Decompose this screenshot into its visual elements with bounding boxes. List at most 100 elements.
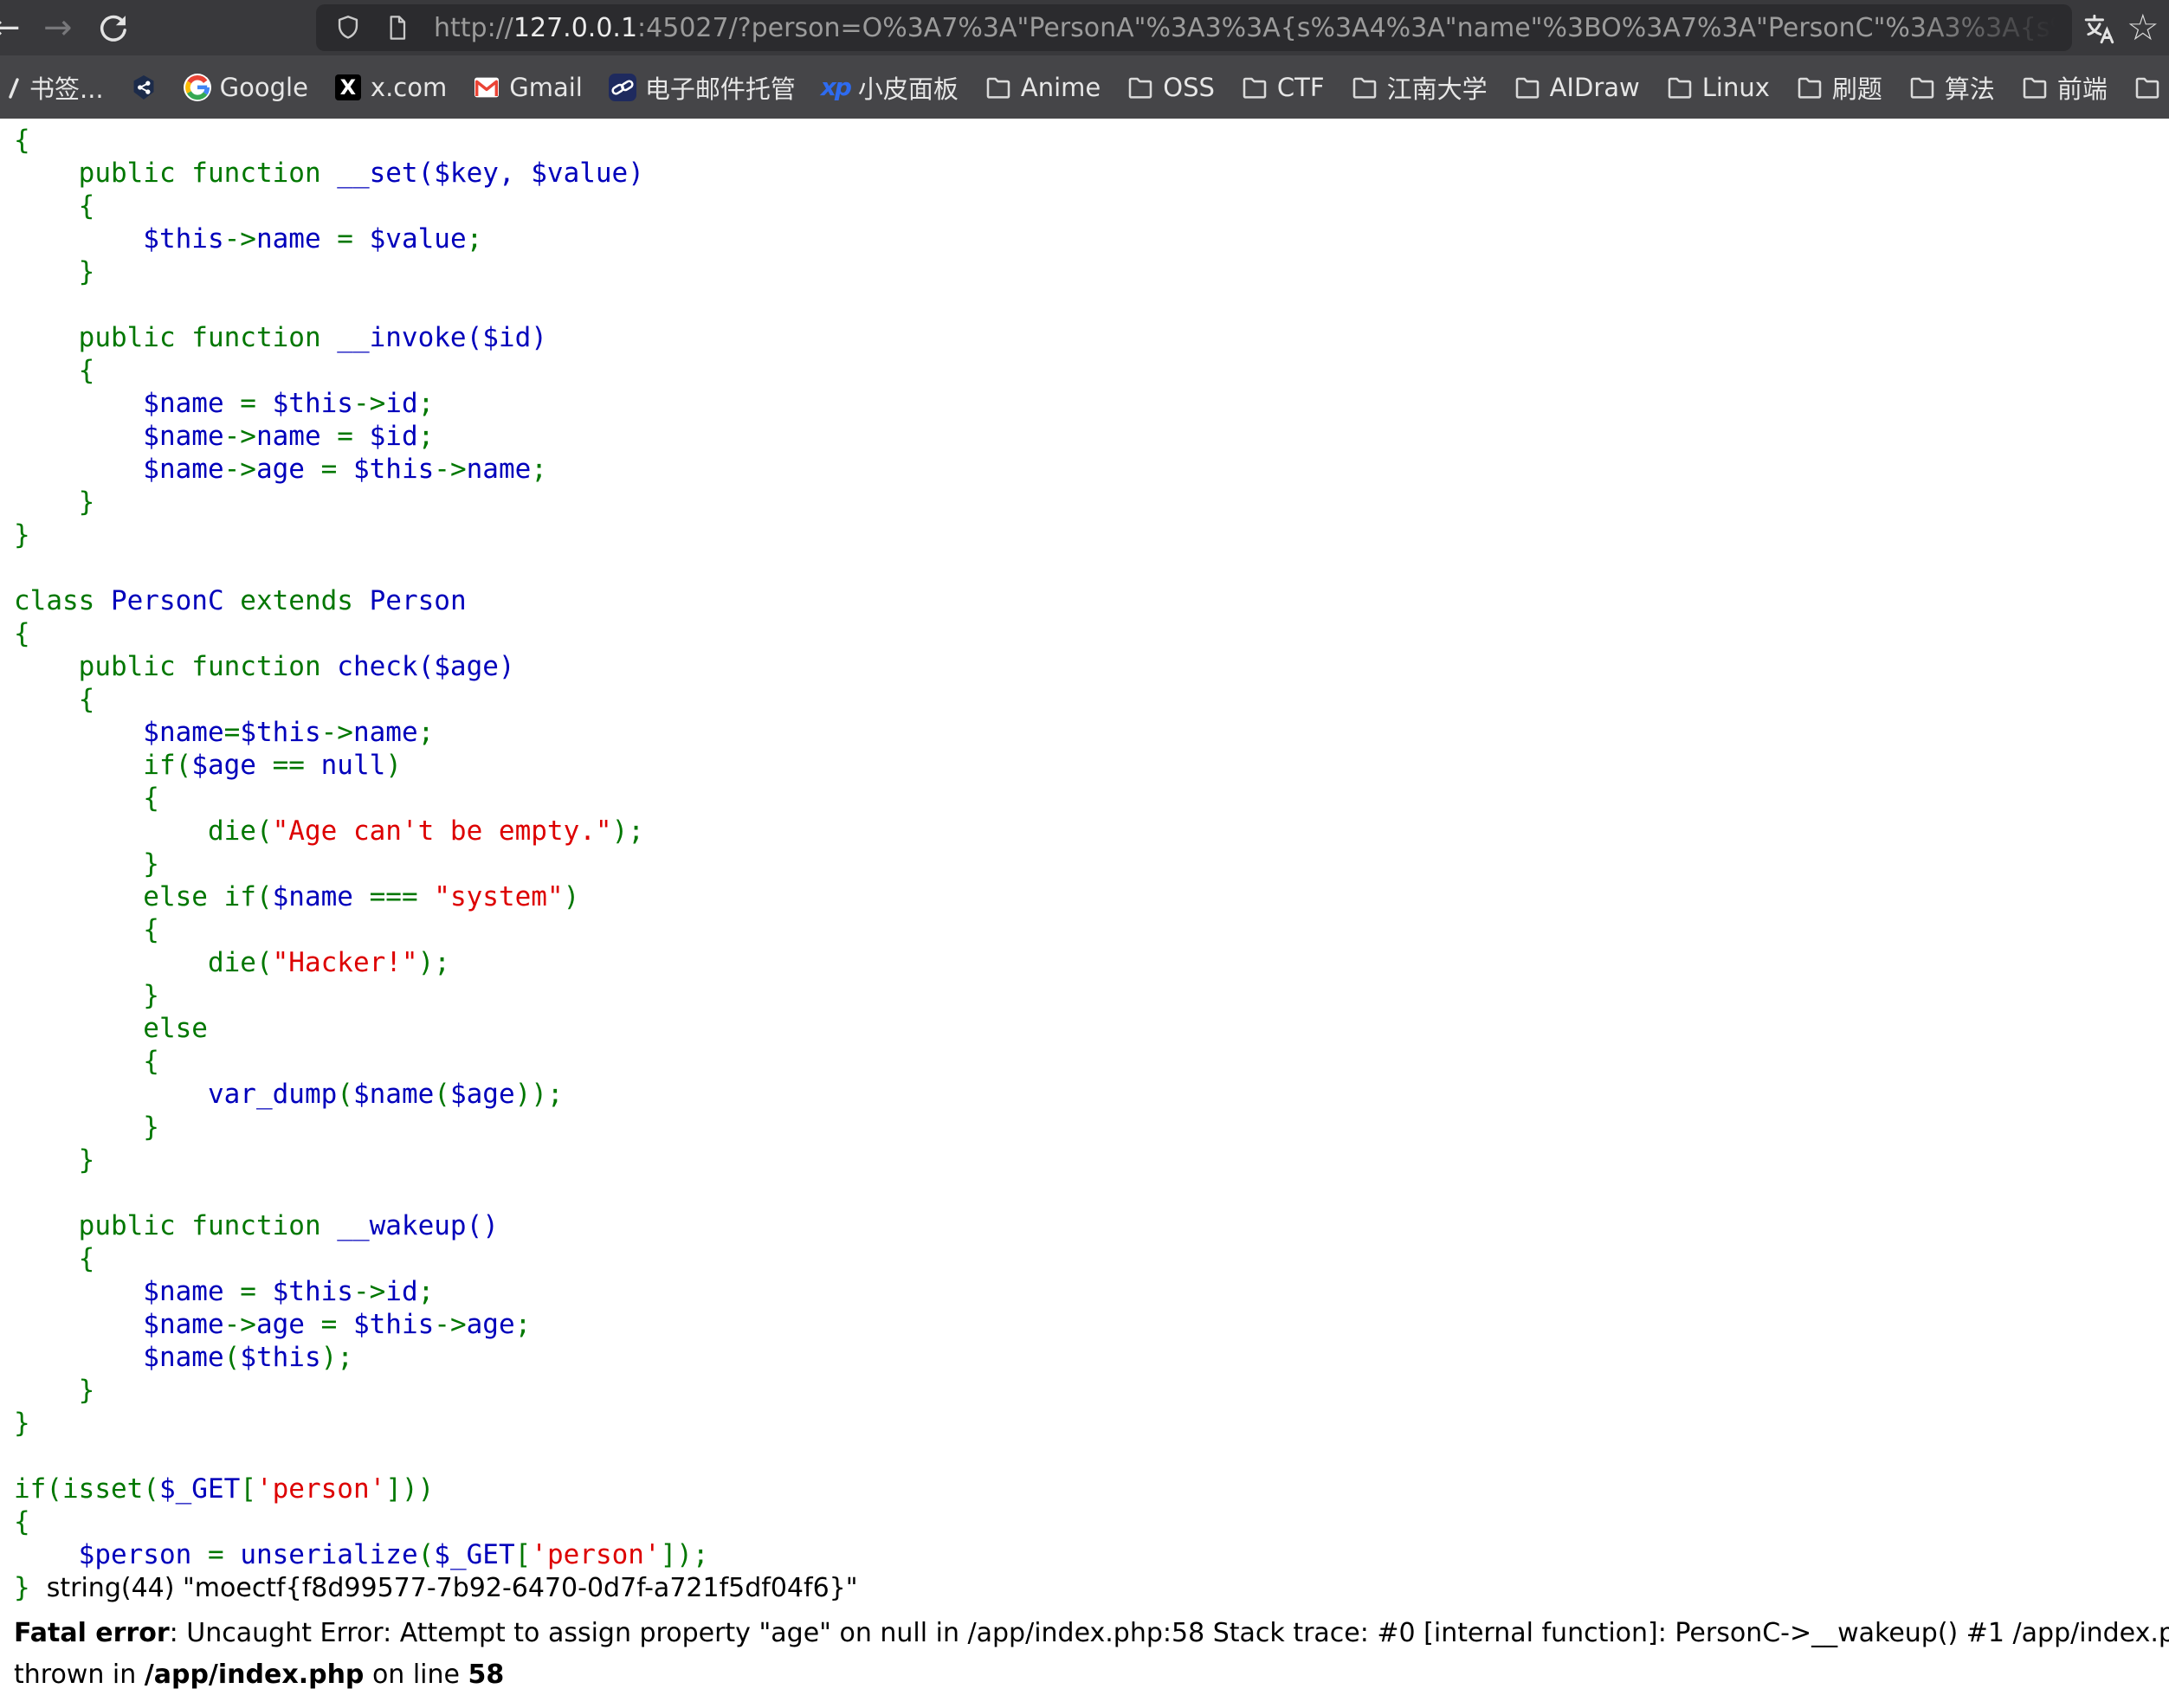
bookmark-label: Linux <box>1702 73 1770 102</box>
code-line: die("Age can't be empty."); <box>14 815 2169 848</box>
code-line: } <box>14 486 2169 519</box>
code-line <box>14 551 2169 584</box>
reload-icon <box>97 12 130 45</box>
bookmark-item[interactable]: xp 小皮面板 <box>822 69 959 106</box>
code-line: { <box>14 1045 2169 1078</box>
code-line: class PersonC extends Person <box>14 584 2169 617</box>
code-line: var_dump($name($age)); <box>14 1078 2169 1111</box>
code-line: { <box>14 124 2169 157</box>
star-icon: ☆ <box>2127 3 2159 52</box>
folder-icon <box>1241 74 1268 101</box>
page-info-icon[interactable] <box>384 14 411 42</box>
bookmark-item[interactable]: Xx.com <box>334 73 447 102</box>
x-icon: X <box>334 74 362 101</box>
bookmark-item[interactable]: Google <box>184 73 308 102</box>
code-line: { <box>14 1505 2169 1538</box>
bookmark-label: 小皮面板 <box>858 69 959 106</box>
code-line: die("Hacker!"); <box>14 946 2169 979</box>
folder-icon <box>2021 74 2049 101</box>
code-line <box>14 288 2169 321</box>
bookmark-label: x.com <box>371 73 447 102</box>
bookmark-item[interactable]: 江南大学 <box>1351 69 1488 106</box>
code-line: { <box>14 913 2169 946</box>
code-line <box>14 1440 2169 1473</box>
security-shield-icon[interactable] <box>333 13 363 42</box>
code-line: if(isset($_GET['person'])) <box>14 1473 2169 1505</box>
bookmark-item[interactable]: 刷题 <box>1796 69 1882 106</box>
translate-icon <box>2082 10 2118 47</box>
url-scheme: http:// <box>434 13 513 43</box>
code-line <box>14 1176 2169 1209</box>
url-host: 127.0.0.1 <box>513 13 637 43</box>
code-line: else if($name === "system") <box>14 880 2169 913</box>
bookmark-label: 江南大学 <box>1387 69 1488 106</box>
code-line: $name->name = $id; <box>14 420 2169 453</box>
xp-icon: xp <box>822 74 849 101</box>
page-content: { public function __set($key, $value) { … <box>0 119 2169 1696</box>
folder-icon <box>1796 74 1824 101</box>
code-line: } string(44) "moectf{f8d99577-7b92-6470-… <box>14 1571 2169 1604</box>
code-line: { <box>14 190 2169 222</box>
translate-button[interactable] <box>2082 10 2118 47</box>
bookmark-label: AIDraw <box>1550 73 1640 102</box>
code-line: public function __set($key, $value) <box>14 157 2169 190</box>
bookmark-item[interactable]: OSS <box>1126 73 1215 102</box>
bookmark-star-button[interactable]: ☆ <box>2127 3 2159 52</box>
bookmark-item[interactable]: 前端 <box>2021 69 2108 106</box>
forward-button[interactable]: → <box>43 0 73 55</box>
bookmark-label: 算法 <box>1945 69 1995 106</box>
code-line: } <box>14 979 2169 1012</box>
bookmark-label: 电子邮件托管 <box>645 69 796 106</box>
folder-icon <box>2133 74 2161 101</box>
bookmark-label: 前端 <box>2057 69 2108 106</box>
php-source: { public function __set($key, $value) { … <box>14 124 2169 1604</box>
folder-icon <box>1514 74 1541 101</box>
bookmark-item[interactable]: Anime <box>984 73 1101 102</box>
bookmark-item[interactable]: Linux <box>1666 73 1770 102</box>
bookmark-label: Anime <box>1021 73 1101 102</box>
code-line: public function __invoke($id) <box>14 321 2169 354</box>
code-line: } <box>14 255 2169 288</box>
code-line: $name = $this->id; <box>14 387 2169 420</box>
code-line: $name->age = $this->age; <box>14 1308 2169 1341</box>
code-line: } <box>14 1407 2169 1440</box>
code-line: $name = $this->id; <box>14 1275 2169 1308</box>
bookmark-item[interactable]: 电子邮件托管 <box>609 69 796 106</box>
bookmark-item[interactable]: AIDraw <box>1514 73 1640 102</box>
code-line: $name->age = $this->name; <box>14 453 2169 486</box>
code-line: } <box>14 1144 2169 1176</box>
url-bar[interactable]: http://127.0.0.1:45027/?person=O%3A7%3A"… <box>316 4 2072 51</box>
bookmark-item[interactable]: 算法 <box>1908 69 1995 106</box>
gmail-icon <box>473 74 500 101</box>
url-path: :45027/?person=O%3A7%3A"PersonA"%3A3%3A{… <box>637 13 2072 43</box>
code-line: $this->name = $value; <box>14 222 2169 255</box>
bookmarks-bar: 书签... Google Xx.com Gmail 电子邮件托管 xp 小皮面板 Anime O… <box>0 55 2169 119</box>
code-line: else <box>14 1012 2169 1045</box>
code-line: } <box>14 1111 2169 1144</box>
bookmark-item[interactable] <box>130 74 158 101</box>
google-icon <box>184 74 211 101</box>
code-line: } <box>14 848 2169 880</box>
code-line: { <box>14 354 2169 387</box>
bookmark-label: OSS <box>1163 73 1215 102</box>
bookmark-item[interactable]: CTF <box>1241 73 1325 102</box>
code-line: } <box>14 1374 2169 1407</box>
error-line: thrown in /app/index.php on line 58 <box>14 1654 2169 1696</box>
bookmark-label: 书签... <box>29 69 104 106</box>
url-text: http://127.0.0.1:45027/?person=O%3A7%3A"… <box>434 13 2072 43</box>
bookmark-item[interactable]: LLM <box>2133 73 2169 102</box>
code-line: public function __wakeup() <box>14 1209 2169 1242</box>
bookmark-item[interactable]: Gmail <box>473 73 583 102</box>
code-line: $person = unserialize($_GET['person']); <box>14 1538 2169 1571</box>
bookmark-label: 刷题 <box>1832 69 1882 106</box>
code-line: { <box>14 617 2169 650</box>
folder-icon <box>1908 74 1936 101</box>
code-line: { <box>14 782 2169 815</box>
back-button[interactable]: ← <box>0 0 21 55</box>
share-hexagon-icon <box>130 74 158 101</box>
bookmark-label: Gmail <box>509 73 583 102</box>
folder-icon <box>1126 74 1154 101</box>
error-line: Fatal error: Uncaught Error: Attempt to … <box>14 1613 2169 1654</box>
bookmark-item[interactable]: 书签... <box>0 69 104 106</box>
reload-button[interactable] <box>97 12 130 45</box>
